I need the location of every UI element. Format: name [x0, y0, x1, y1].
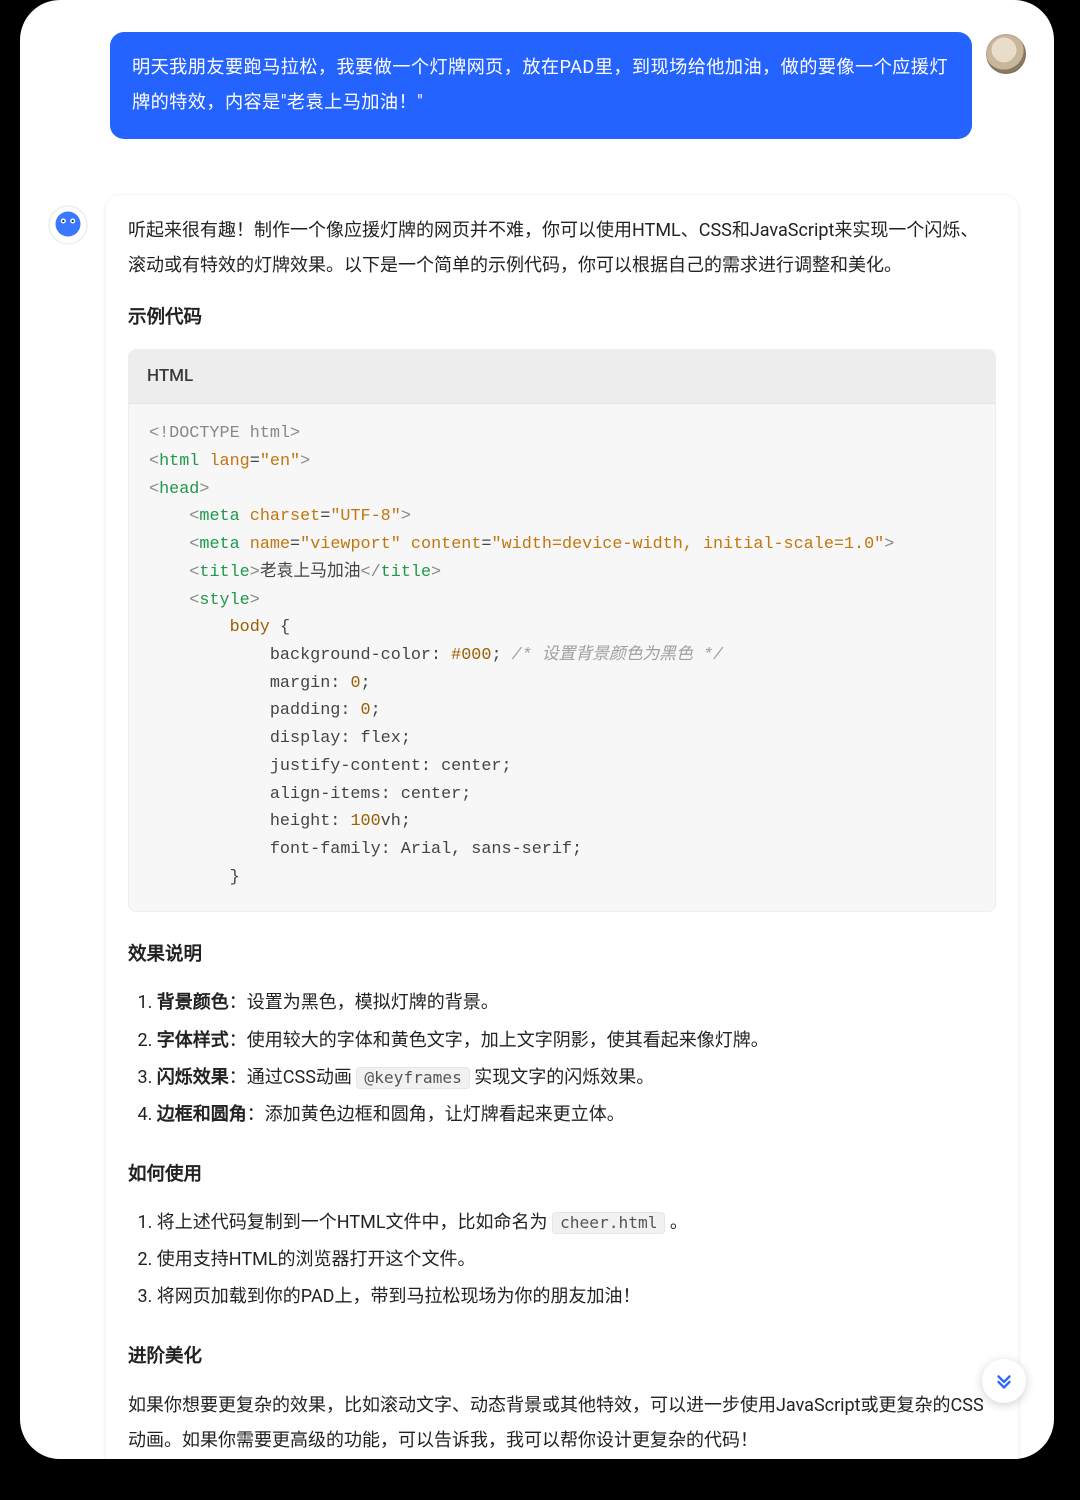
code-content[interactable]: <!DOCTYPE html> <html lang="en"> <head> … — [129, 404, 995, 911]
heading-advanced: 进阶美化 — [128, 1338, 996, 1374]
assistant-message-bubble: 听起来很有趣！制作一个像应援灯牌的网页并不难，你可以使用HTML、CSS和Jav… — [106, 195, 1018, 1459]
list-item: 背景颜色：设置为黑色，模拟灯牌的背景。 — [157, 986, 996, 1019]
user-avatar[interactable] — [986, 34, 1026, 74]
chevron-double-down-icon — [993, 1370, 1015, 1392]
scroll-to-bottom-button[interactable] — [982, 1359, 1026, 1403]
list-item: 将网页加载到你的PAD上，带到马拉松现场为你的朋友加油！ — [157, 1280, 996, 1313]
howto-list: 将上述代码复制到一个HTML文件中，比如命名为 cheer.html 。 使用支… — [128, 1206, 996, 1314]
inline-code: cheer.html — [552, 1212, 665, 1234]
code-language-label: HTML — [129, 350, 995, 404]
app-window: 明天我朋友要跑马拉松，我要做一个灯牌网页，放在PAD里，到现场给他加油，做的要像… — [20, 0, 1054, 1459]
user-message-text: 明天我朋友要跑马拉松，我要做一个灯牌网页，放在PAD里，到现场给他加油，做的要像… — [132, 57, 948, 113]
assistant-message-row: 听起来很有趣！制作一个像应援灯牌的网页并不难，你可以使用HTML、CSS和Jav… — [48, 195, 1026, 1459]
list-item: 使用支持HTML的浏览器打开这个文件。 — [157, 1243, 996, 1276]
chat-area: 明天我朋友要跑马拉松，我要做一个灯牌网页，放在PAD里，到现场给他加油，做的要像… — [20, 0, 1054, 1459]
user-message-row: 明天我朋友要跑马拉松，我要做一个灯牌网页，放在PAD里，到现场给他加油，做的要像… — [48, 32, 1026, 139]
advanced-paragraph: 如果你想要更复杂的效果，比如滚动文字、动态背景或其他特效，可以进一步使用Java… — [128, 1388, 996, 1458]
heading-effect-desc: 效果说明 — [128, 936, 996, 972]
effect-list: 背景颜色：设置为黑色，模拟灯牌的背景。 字体样式：使用较大的字体和黄色文字，加上… — [128, 986, 996, 1131]
assistant-intro: 听起来很有趣！制作一个像应援灯牌的网页并不难，你可以使用HTML、CSS和Jav… — [128, 213, 996, 283]
heading-how-to-use: 如何使用 — [128, 1156, 996, 1192]
inline-code: @keyframes — [356, 1067, 469, 1089]
list-item: 边框和圆角：添加黄色边框和圆角，让灯牌看起来更立体。 — [157, 1098, 996, 1131]
heading-example-code: 示例代码 — [128, 299, 996, 335]
list-item: 将上述代码复制到一个HTML文件中，比如命名为 cheer.html 。 — [157, 1206, 996, 1239]
list-item: 字体样式：使用较大的字体和黄色文字，加上文字阴影，使其看起来像灯牌。 — [157, 1024, 996, 1057]
assistant-avatar — [48, 205, 88, 245]
code-block: HTML <!DOCTYPE html> <html lang="en"> <h… — [128, 349, 996, 912]
list-item: 闪烁效果：通过CSS动画 @keyframes 实现文字的闪烁效果。 — [157, 1061, 996, 1094]
user-message-bubble: 明天我朋友要跑马拉松，我要做一个灯牌网页，放在PAD里，到现场给他加油，做的要像… — [110, 32, 972, 139]
